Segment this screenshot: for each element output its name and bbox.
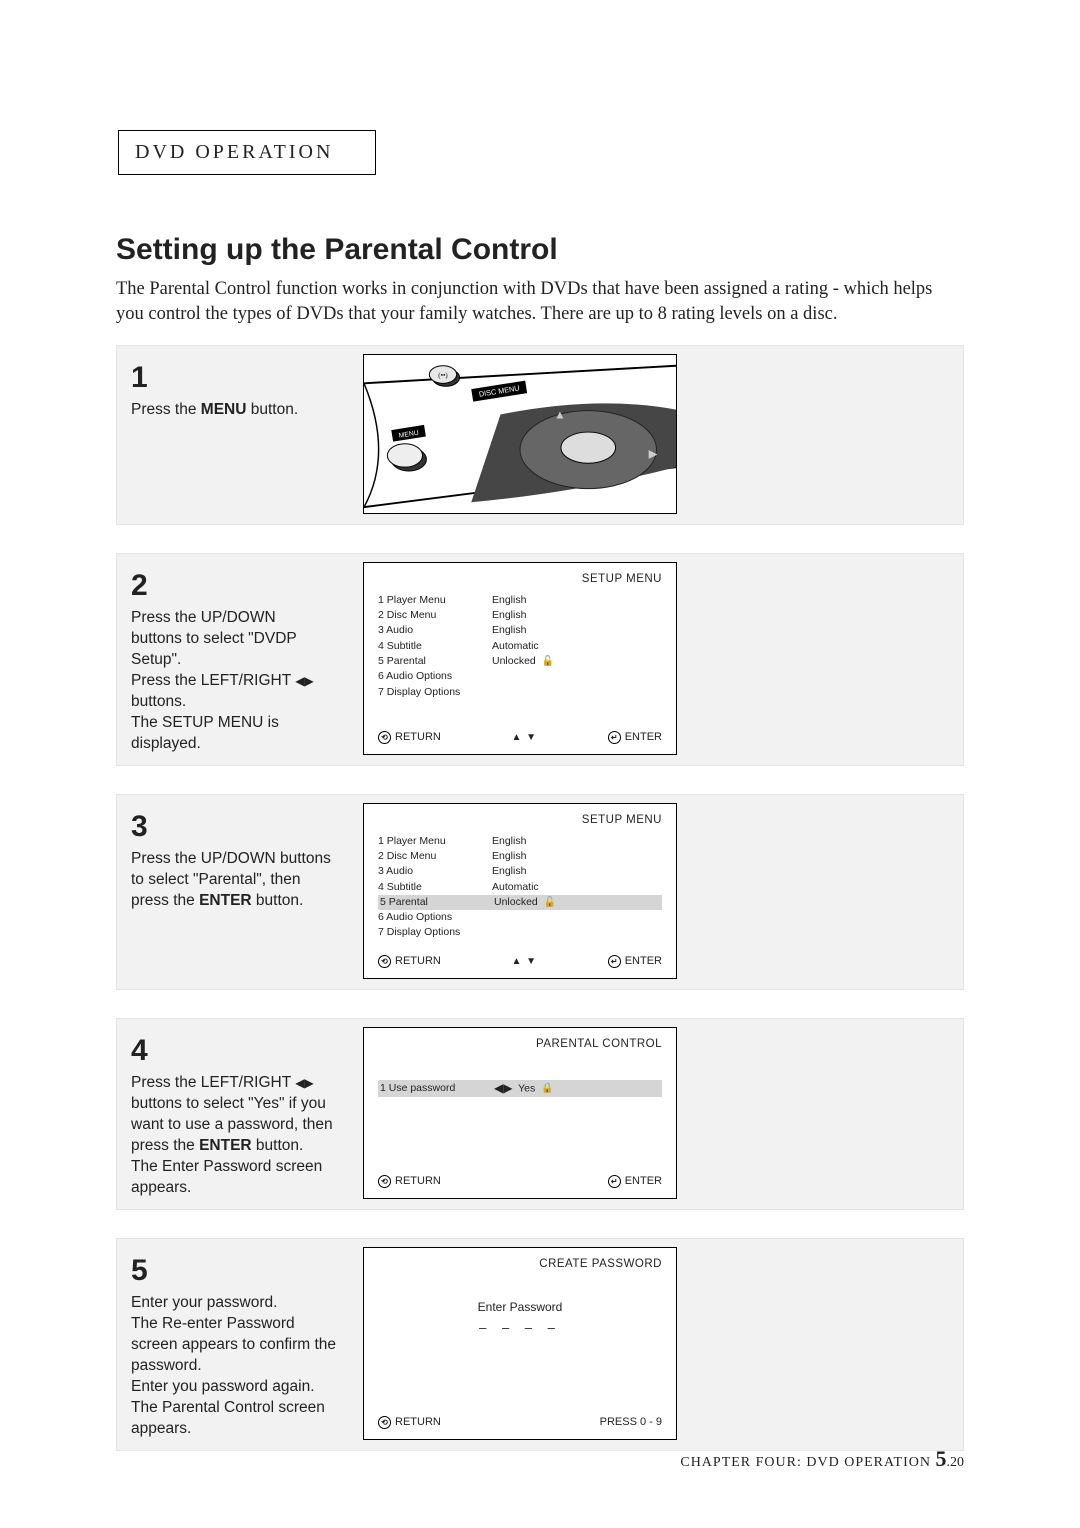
step-4-text: 4 Press the LEFT/RIGHT ◀▶ buttons to sel… [117, 1019, 349, 1209]
panel-footer: ⟲RETURN PRESS 0 - 9 [378, 1402, 662, 1429]
step-1-bold: MENU [201, 401, 247, 418]
step-1-text-b: button. [246, 401, 298, 418]
unlock-icon: 🔓 [544, 896, 556, 911]
step-3-number: 3 [131, 807, 339, 848]
step-1-figure: (••) DISC MENU MENU [359, 346, 687, 524]
footer-chapter: CHAPTER FOUR: DVD OPERATION [680, 1455, 935, 1470]
updown-arrows-icon: ▲ ▼ [511, 956, 537, 967]
step-3-line2: button. [252, 892, 304, 909]
page-heading: Setting up the Parental Control [116, 233, 964, 267]
step-2-line1: Press the UP/DOWN [131, 608, 339, 629]
unlock-icon: 🔓 [542, 655, 554, 670]
step-2: 2 Press the UP/DOWN buttons to select "D… [116, 553, 964, 766]
menu-row: 6 Audio Options [378, 669, 662, 684]
setup-menu-list: 1 Player MenuEnglish 2 Disc MenuEnglish … [378, 593, 662, 700]
menu-row-highlighted: 5 ParentalUnlocked 🔓 [378, 895, 662, 911]
svg-text:▲: ▲ [554, 408, 566, 421]
left-right-arrows-icon: ◀▶ [295, 674, 313, 688]
step-5-figure: CREATE PASSWORD Enter Password – – – – ⟲… [359, 1239, 687, 1450]
panel-footer: ⟲RETURN ▲ ▼ ↵ENTER [378, 941, 662, 968]
step-1-number: 1 [131, 358, 339, 399]
step-5-text: 5 Enter your password. The Re-enter Pass… [117, 1239, 349, 1450]
lock-icon: 🔒 [541, 1082, 553, 1097]
enter-password-label: Enter Password [378, 1278, 662, 1320]
password-dashes: – – – – [378, 1320, 662, 1335]
left-right-arrows-icon: ◀▶ [295, 1076, 313, 1090]
parental-control-panel: PARENTAL CONTROL 1 Use password ◀▶ Yes 🔒… [363, 1027, 677, 1199]
footer-page-sub: .20 [947, 1455, 965, 1470]
step-3-text: 3 Press the UP/DOWN buttons to select "P… [117, 795, 349, 989]
left-right-arrows-icon: ◀▶ [494, 1081, 512, 1095]
step-1-text-a: Press the [131, 401, 201, 418]
step-3: 3 Press the UP/DOWN buttons to select "P… [116, 794, 964, 990]
panel-title: SETUP MENU [378, 573, 662, 585]
menu-row: 1 Player MenuEnglish [378, 593, 662, 608]
step-5-number: 5 [131, 1251, 339, 1292]
remote-svg: (••) DISC MENU MENU [364, 355, 676, 513]
step-5-line2: The Re-enter Password screen appears to … [131, 1314, 339, 1377]
step-1: 1 Press the MENU button. (••) DISC MENU [116, 345, 964, 525]
intro-paragraph: The Parental Control function works in c… [116, 277, 964, 327]
step-5: 5 Enter your password. The Re-enter Pass… [116, 1238, 964, 1451]
svg-text:▶: ▶ [649, 447, 659, 460]
setup-menu-panel-highlighted: SETUP MENU 1 Player MenuEnglish 2 Disc M… [363, 803, 677, 979]
setup-menu-panel: SETUP MENU 1 Player MenuEnglish 2 Disc M… [363, 562, 677, 755]
create-password-panel: CREATE PASSWORD Enter Password – – – – ⟲… [363, 1247, 677, 1440]
return-icon: ⟲ [378, 1416, 391, 1429]
remote-illustration: (••) DISC MENU MENU [363, 354, 677, 514]
panel-title: CREATE PASSWORD [378, 1258, 662, 1270]
enter-icon: ↵ [608, 955, 621, 968]
svg-text:(••): (••) [438, 372, 447, 379]
return-icon: ⟲ [378, 731, 391, 744]
parental-row: 1 Use password ◀▶ Yes 🔒 [378, 1080, 662, 1097]
setup-menu-list: 1 Player MenuEnglish 2 Disc MenuEnglish … [378, 834, 662, 941]
step-3-figure: SETUP MENU 1 Player MenuEnglish 2 Disc M… [359, 795, 687, 989]
menu-row: 5 ParentalUnlocked 🔓 [378, 654, 662, 670]
panel-title: PARENTAL CONTROL [378, 1038, 662, 1050]
section-tag: DVD OPERATION [118, 130, 376, 175]
updown-arrows-icon: ▲ ▼ [511, 732, 537, 743]
panel-footer: ⟲RETURN ▲ ▼ ↵ENTER [378, 717, 662, 744]
footer-page-big: 5 [936, 1446, 947, 1471]
step-5-line1: Enter your password. [131, 1293, 339, 1314]
enter-icon: ↵ [608, 1175, 621, 1188]
menu-row: 2 Disc MenuEnglish [378, 608, 662, 623]
menu-row: 7 Display Options [378, 685, 662, 700]
step-2-line2: buttons to select "DVDP Setup". [131, 629, 339, 671]
step-4-number: 4 [131, 1031, 339, 1072]
panel-footer: ⟲RETURN ↵ENTER [378, 1161, 662, 1188]
section-tag-text: DVD OPERATION [135, 141, 333, 163]
step-4: 4 Press the LEFT/RIGHT ◀▶ buttons to sel… [116, 1018, 964, 1210]
press-0-9-label: PRESS 0 - 9 [600, 1416, 662, 1428]
step-5-line4: The Parental Control screen appears. [131, 1398, 339, 1440]
panel-title: SETUP MENU [378, 814, 662, 826]
return-icon: ⟲ [378, 955, 391, 968]
step-4-line2: The Enter Password screen appears. [131, 1157, 339, 1199]
enter-icon: ↵ [608, 731, 621, 744]
menu-row: 3 AudioEnglish [378, 623, 662, 638]
step-3-bold: ENTER [199, 892, 252, 909]
step-5-line3: Enter you password again. [131, 1377, 339, 1398]
step-1-text: 1 Press the MENU button. [117, 346, 349, 524]
step-2-line3: Press the LEFT/RIGHT ◀▶ buttons. [131, 671, 339, 713]
step-4-figure: PARENTAL CONTROL 1 Use password ◀▶ Yes 🔒… [359, 1019, 687, 1209]
step-2-number: 2 [131, 566, 339, 607]
step-2-text: 2 Press the UP/DOWN buttons to select "D… [117, 554, 349, 765]
return-icon: ⟲ [378, 1175, 391, 1188]
menu-row: 4 SubtitleAutomatic [378, 639, 662, 654]
step-2-figure: SETUP MENU 1 Player MenuEnglish 2 Disc M… [359, 554, 687, 765]
step-2-line4: The SETUP MENU is displayed. [131, 713, 339, 755]
page-footer: CHAPTER FOUR: DVD OPERATION 5.20 [680, 1446, 964, 1472]
